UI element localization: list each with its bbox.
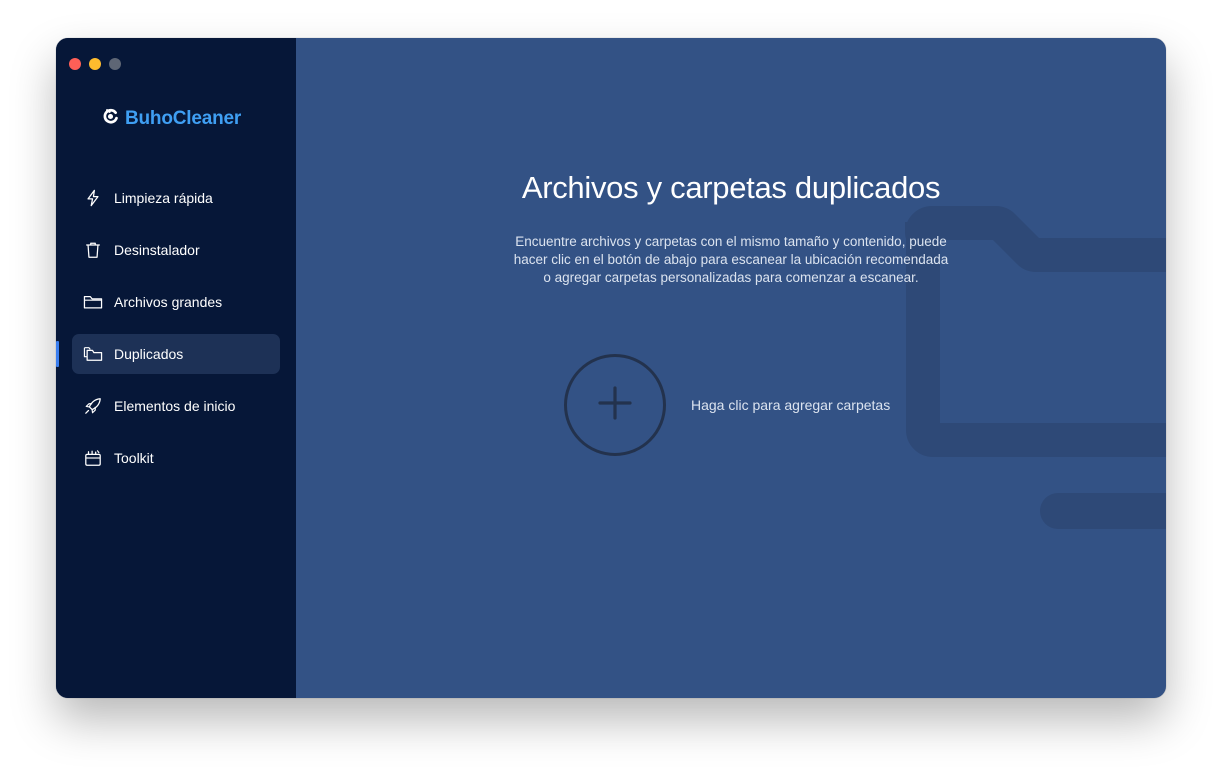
add-folder-button[interactable] xyxy=(564,354,666,456)
sidebar-item-limpieza-rapida[interactable]: Limpieza rápida xyxy=(72,178,280,218)
sidebar-nav: Limpieza rápida Desinstalador Archivos g… xyxy=(56,178,280,490)
sidebar-item-label: Toolkit xyxy=(114,450,154,466)
page-description: Encuentre archivos y carpetas con el mis… xyxy=(513,234,949,285)
close-window-button[interactable] xyxy=(69,58,81,70)
app-window: BuhoCleaner Limpieza rápida Desinstalado… xyxy=(56,38,1166,698)
minimize-window-button[interactable] xyxy=(89,58,101,70)
app-name: BuhoCleaner xyxy=(125,108,242,129)
zoom-window-button[interactable] xyxy=(109,58,121,70)
sidebar-item-label: Desinstalador xyxy=(114,242,200,258)
window-controls xyxy=(69,58,121,70)
sidebar-item-label: Archivos grandes xyxy=(114,294,223,310)
folder-icon xyxy=(83,292,103,312)
toolkit-icon xyxy=(83,448,103,468)
app-logo: BuhoCleaner xyxy=(102,108,241,130)
sidebar-item-duplicados[interactable]: Duplicados xyxy=(56,334,280,374)
sidebar-item-label: Limpieza rápida xyxy=(114,190,213,206)
page-title: Archivos y carpetas duplicados xyxy=(521,170,941,205)
sidebar-item-elementos-de-inicio[interactable]: Elementos de inicio xyxy=(72,386,280,426)
rocket-icon xyxy=(83,396,103,416)
sidebar-item-toolkit[interactable]: Toolkit xyxy=(72,438,280,478)
buho-logo-icon xyxy=(102,108,119,130)
sidebar-item-label: Elementos de inicio xyxy=(114,398,236,414)
folder-watermark-icon xyxy=(905,206,1166,529)
duplicate-folders-icon xyxy=(83,344,103,364)
plus-icon xyxy=(597,385,633,426)
main-content: Archivos y carpetas duplicados Encuentre… xyxy=(296,38,1166,698)
add-folder-label[interactable]: Haga clic para agregar carpetas xyxy=(691,397,890,413)
sidebar-item-label: Duplicados xyxy=(114,346,184,362)
sidebar: BuhoCleaner Limpieza rápida Desinstalado… xyxy=(56,38,296,698)
trash-icon xyxy=(83,240,103,260)
lightning-icon xyxy=(83,188,103,208)
sidebar-item-desinstalador[interactable]: Desinstalador xyxy=(72,230,280,270)
sidebar-item-archivos-grandes[interactable]: Archivos grandes xyxy=(72,282,280,322)
